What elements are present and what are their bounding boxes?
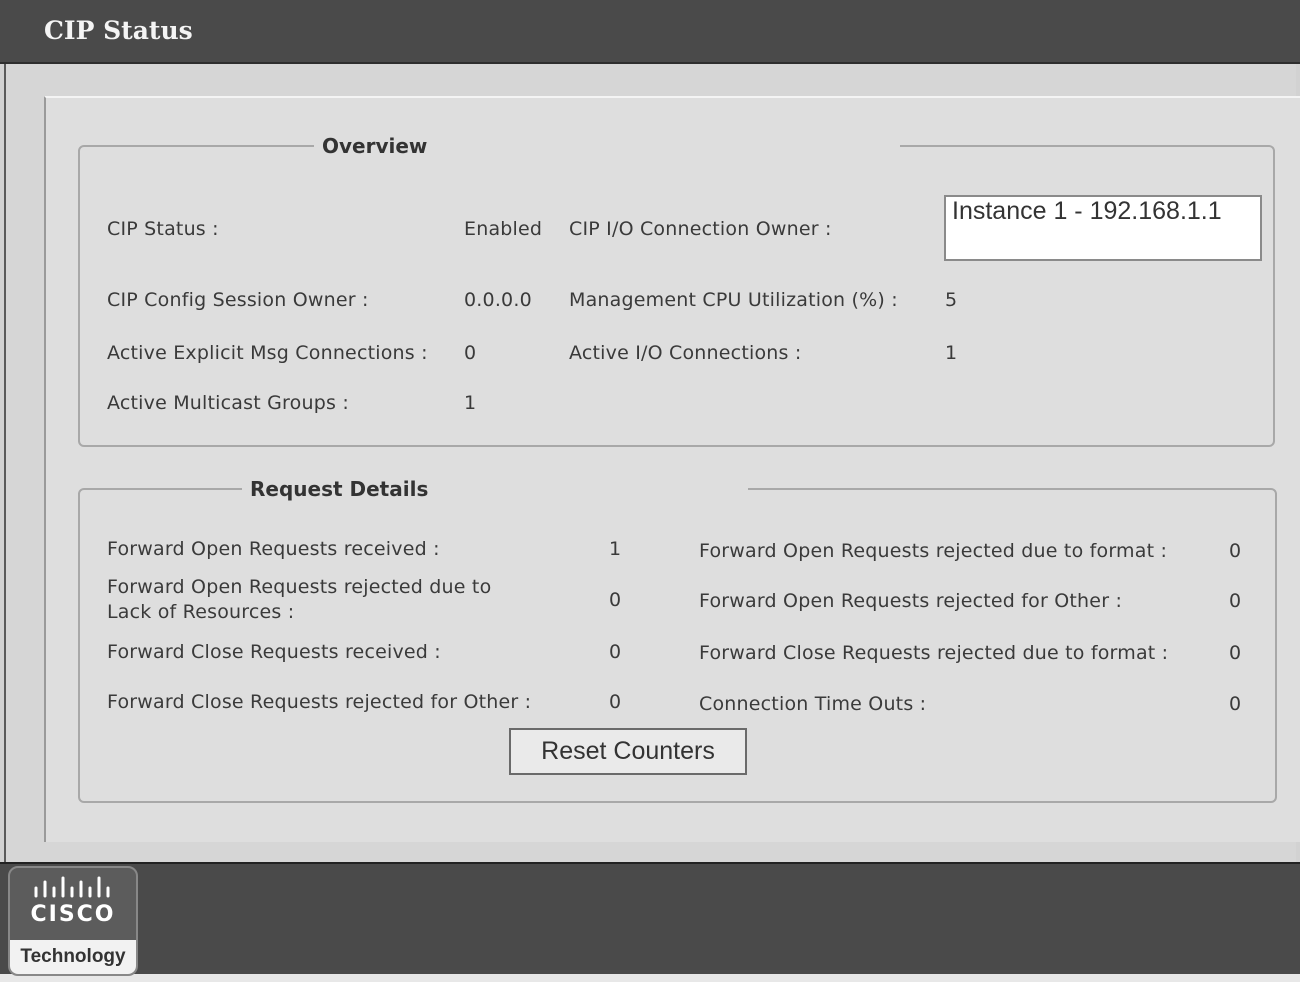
fo-rejected-resources-value: 0: [609, 589, 622, 611]
fc-rejected-other-value: 0: [609, 691, 622, 713]
fo-received-value: 1: [609, 538, 622, 560]
technology-tag: Technology: [10, 940, 136, 974]
io-owner-value: Instance 1 - 192.168.1.1: [952, 197, 1222, 225]
fc-received-label: Forward Close Requests received :: [107, 641, 441, 663]
fo-rejected-resources-label-line2: Lack of Resources :: [107, 601, 295, 623]
io-conn-label: Active I/O Connections :: [569, 342, 802, 364]
multicast-label: Active Multicast Groups :: [107, 392, 349, 414]
cisco-bridge-logo-icon: [34, 876, 110, 898]
title-bar: CIP Status: [0, 0, 1300, 64]
io-conn-value: 1: [945, 342, 958, 364]
connection-timeouts-value: 0: [1229, 693, 1242, 715]
overview-legend: Overview: [314, 134, 900, 158]
fo-rejected-format-label: Forward Open Requests rejected due to fo…: [699, 540, 1168, 562]
io-owner-field[interactable]: Instance 1 - 192.168.1.1: [944, 195, 1262, 261]
fc-rejected-other-label: Forward Close Requests rejected for Othe…: [107, 691, 532, 713]
config-owner-label: CIP Config Session Owner :: [107, 289, 369, 311]
connection-timeouts-label: Connection Time Outs :: [699, 693, 927, 715]
fc-received-value: 0: [609, 641, 622, 663]
footer-edge: [0, 974, 1300, 982]
fo-rejected-other-label: Forward Open Requests rejected for Other…: [699, 590, 1123, 612]
fo-rejected-format-value: 0: [1229, 540, 1242, 562]
multicast-value: 1: [464, 392, 477, 414]
reset-counters-button[interactable]: Reset Counters: [509, 728, 747, 775]
footer-bar: [0, 862, 1300, 982]
fo-received-label: Forward Open Requests received :: [107, 538, 440, 560]
window-title: CIP Status: [44, 16, 193, 45]
cpu-label: Management CPU Utilization (%) :: [569, 289, 898, 311]
fo-rejected-other-value: 0: [1229, 590, 1242, 612]
explicit-value: 0: [464, 342, 477, 364]
fc-rejected-format-label: Forward Close Requests rejected due to f…: [699, 642, 1169, 664]
io-owner-label: CIP I/O Connection Owner :: [569, 218, 832, 240]
cip-status-label: CIP Status :: [107, 218, 219, 240]
fo-rejected-resources-label-line1: Forward Open Requests rejected due to: [107, 576, 492, 598]
cip-status-value: Enabled: [464, 218, 543, 240]
fc-rejected-format-value: 0: [1229, 642, 1242, 664]
cpu-value: 5: [945, 289, 958, 311]
cisco-wordmark: CISCO: [30, 902, 116, 927]
config-owner-value: 0.0.0.0: [464, 289, 532, 311]
explicit-label: Active Explicit Msg Connections :: [107, 342, 428, 364]
cisco-logo: CISCO Technology: [8, 866, 138, 976]
request-details-legend: Request Details: [242, 477, 748, 501]
